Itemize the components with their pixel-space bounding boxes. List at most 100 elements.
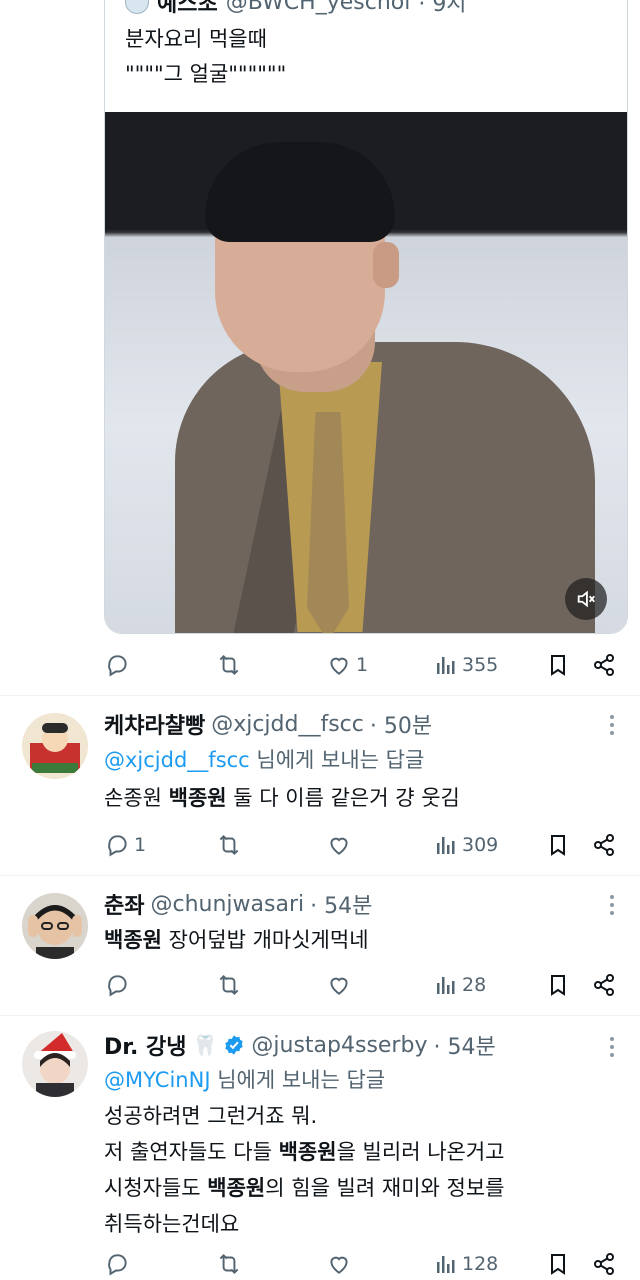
author-handle[interactable]: @chunjwasari xyxy=(150,892,304,917)
views-button[interactable]: 128 xyxy=(434,1252,498,1276)
quoted-text-line2: """"그 얼굴"""""" xyxy=(125,62,287,86)
more-button[interactable] xyxy=(610,715,616,735)
tweet-time: · 54분 xyxy=(433,1035,496,1060)
bookmark-button[interactable] xyxy=(546,972,570,998)
views-icon xyxy=(437,1256,455,1273)
avatar[interactable] xyxy=(22,1031,88,1097)
tweet-text-line-3: 시청자들도 백종원의 힘을 빌려 재미와 정보를 xyxy=(104,1171,504,1205)
tooth-emoji: 🦷 xyxy=(192,1033,218,1057)
bookmark-button[interactable] xyxy=(546,1251,570,1277)
text-segment: 손종원 xyxy=(104,786,169,810)
tweet-time: · 50분 xyxy=(369,714,433,739)
retweet-button[interactable] xyxy=(216,832,242,858)
tweet-text: 손종원 백종원 둘 다 이름 같은거 걍 웃김 xyxy=(104,781,460,815)
text-segment: 시청자들도 xyxy=(104,1176,208,1200)
views-icon xyxy=(437,837,455,854)
views-button[interactable]: 355 xyxy=(434,653,498,677)
avatar[interactable] xyxy=(22,893,88,959)
reply-to-handle[interactable]: @MYCinNJ xyxy=(104,1068,211,1092)
mute-icon xyxy=(577,590,595,608)
reply-1-actions: 1 309 xyxy=(104,825,618,865)
highlighted-term: 백종원 xyxy=(168,786,227,810)
video-thumbnail[interactable] xyxy=(105,112,627,633)
like-button[interactable] xyxy=(326,972,352,998)
share-button[interactable] xyxy=(592,833,616,857)
share-icon xyxy=(594,654,614,676)
quoted-author-avatar[interactable] xyxy=(125,0,149,14)
highlighted-term: 백종원 xyxy=(104,928,162,952)
more-button[interactable] xyxy=(610,895,616,915)
quoted-author-handle[interactable]: @BWCH_yeschol xyxy=(226,0,411,15)
reply-header: Dr. 강냉 🦷 @justap4sserby · 54분 xyxy=(104,1028,496,1062)
reply-button[interactable] xyxy=(104,1251,130,1277)
more-button[interactable] xyxy=(610,1037,616,1057)
mute-button[interactable] xyxy=(565,578,607,620)
tweet-text-line-1: 성공하려면 그런거죠 뭐. xyxy=(104,1099,317,1133)
text-segment: 장어덮밥 개마싯게먹네 xyxy=(161,928,369,952)
bookmark-icon xyxy=(551,835,565,856)
like-button[interactable] xyxy=(326,832,352,858)
reply-button[interactable] xyxy=(104,652,134,678)
reply-context: @xjcjdd__fscc 님에게 보내는 답글 xyxy=(104,743,424,777)
author-handle[interactable]: @xjcjdd__fscc xyxy=(211,712,364,737)
more-icon xyxy=(610,895,614,899)
text-segment: 의 힘을 빌려 재미와 정보를 xyxy=(265,1176,505,1200)
retweet-button[interactable] xyxy=(216,652,246,678)
avatar-image xyxy=(22,893,88,959)
like-icon xyxy=(330,977,348,995)
retweet-button[interactable] xyxy=(216,1251,242,1277)
reply-context: @MYCinNJ 님에게 보내는 답글 xyxy=(104,1063,385,1097)
views-count: 28 xyxy=(462,974,487,996)
like-count: 1 xyxy=(356,654,369,676)
bookmark-button[interactable] xyxy=(546,652,570,678)
reply-tweet[interactable]: Dr. 강냉 🦷 @justap4sserby · 54분 @MYCinNJ 님… xyxy=(0,1015,640,1280)
views-button[interactable]: 28 xyxy=(434,973,486,997)
views-icon xyxy=(437,657,455,674)
author-name[interactable]: 춘좌 xyxy=(104,888,144,920)
reply-icon xyxy=(108,1254,127,1276)
reply-button[interactable] xyxy=(104,972,130,998)
views-count: 309 xyxy=(462,834,499,856)
reply-button[interactable]: 1 xyxy=(104,832,146,858)
reply-header: 춘좌 @chunjwasari · 54분 xyxy=(104,887,372,921)
retweet-button[interactable] xyxy=(216,972,242,998)
tweet-text-line-4: 취득하는건데요 xyxy=(104,1207,239,1241)
author-name[interactable]: Dr. 강냉 xyxy=(104,1029,186,1061)
text-segment: 저 출연자들도 다들 xyxy=(104,1140,279,1164)
quoted-author-name[interactable]: 예스초 xyxy=(157,0,218,18)
share-button[interactable] xyxy=(592,653,616,677)
views-button[interactable]: 309 xyxy=(434,833,498,857)
reply-3-actions: 128 xyxy=(104,1244,618,1280)
views-icon xyxy=(437,977,455,994)
avatar[interactable] xyxy=(22,713,88,779)
share-icon xyxy=(594,1253,614,1275)
text-segment: 둘 다 이름 같은거 걍 웃김 xyxy=(226,786,460,810)
quoted-tweet-actions: 1 355 xyxy=(104,645,618,685)
text-segment: 을 빌리러 나온거고 xyxy=(336,1140,505,1164)
retweet-icon xyxy=(219,974,239,996)
share-button[interactable] xyxy=(592,973,616,997)
reply-icon xyxy=(108,655,127,677)
text-segment: 성공하려면 그런거죠 뭐. xyxy=(104,1104,318,1128)
share-icon xyxy=(594,974,614,996)
more-icon xyxy=(610,715,614,719)
reply-to-handle[interactable]: @xjcjdd__fscc xyxy=(104,748,250,772)
author-name[interactable]: 케챠라챨빵 xyxy=(104,708,205,740)
quoted-tweet-time: · 9시 xyxy=(418,0,467,17)
quoted-tweet-header: 예스초 @BWCH_yeschol · 9시 xyxy=(125,0,467,18)
reply-icon xyxy=(108,835,127,857)
bookmark-button[interactable] xyxy=(546,832,570,858)
like-button[interactable] xyxy=(326,1251,352,1277)
retweet-icon xyxy=(219,834,239,856)
reply-2-actions: 28 xyxy=(104,965,618,1005)
views-count: 128 xyxy=(462,1253,499,1275)
share-icon xyxy=(594,834,614,856)
share-button[interactable] xyxy=(592,1252,616,1276)
quoted-tweet-card[interactable]: 예스초 @BWCH_yeschol · 9시 분자요리 먹을때 """"그 얼굴… xyxy=(104,0,628,634)
author-handle[interactable]: @justap4sserby xyxy=(251,1033,427,1058)
avatar-image xyxy=(22,1031,88,1097)
like-button[interactable]: 1 xyxy=(326,652,368,678)
bookmark-icon xyxy=(551,1254,565,1275)
views-count: 355 xyxy=(462,654,499,676)
highlighted-term: 백종원 xyxy=(278,1140,337,1164)
